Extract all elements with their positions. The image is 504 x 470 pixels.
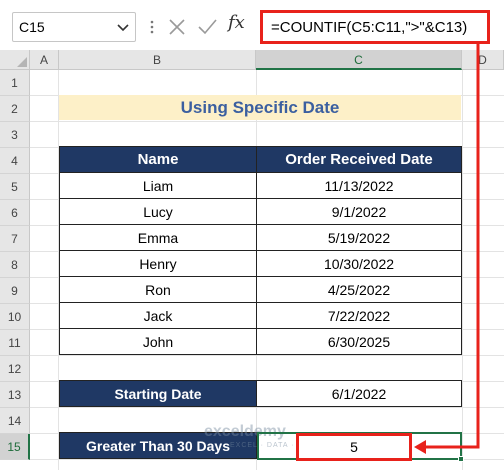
highlight-arrow [414,44,480,454]
